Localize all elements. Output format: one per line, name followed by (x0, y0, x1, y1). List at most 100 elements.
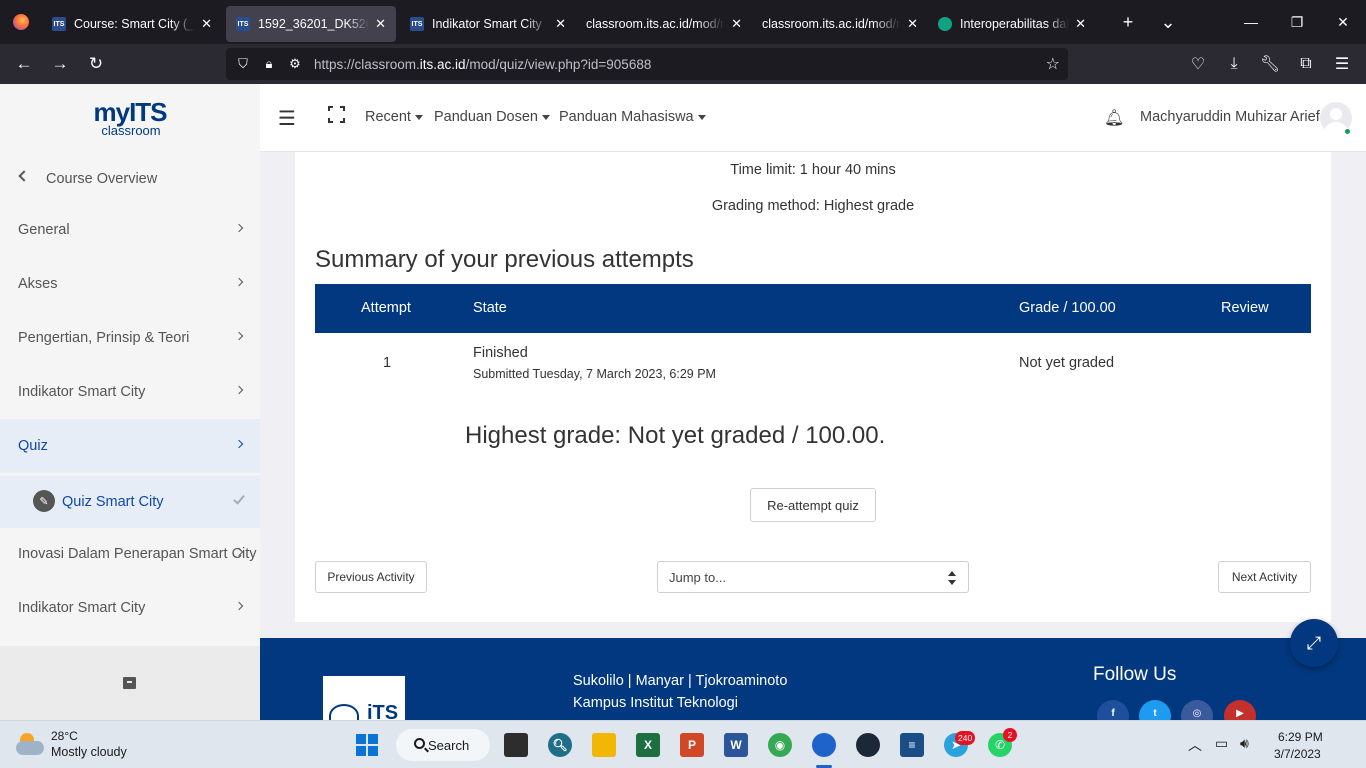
tab-resource-2[interactable]: classroom.its.ac.id/mod/resource ✕ (752, 6, 928, 42)
pocket-icon[interactable]: ♡ (1180, 44, 1216, 84)
address-bar[interactable]: ⛉ 🔒︎ ⚙ https://classroom.its.ac.id/mod/q… (226, 48, 1068, 80)
menu-panduan-dosen[interactable]: Panduan Dosen (434, 109, 550, 125)
list-tabs-chevron-icon[interactable]: ⌄ (1148, 0, 1188, 44)
tab-title: Interoperabilitas dalam (960, 17, 1070, 31)
sidebar-item-label: Akses (18, 276, 58, 292)
close-icon[interactable]: ✕ (555, 16, 566, 32)
instagram-icon[interactable]: ◎ (1181, 700, 1213, 720)
search-icon (414, 738, 425, 749)
footer-address-2: Kampus Institut Teknologi (573, 695, 738, 711)
notification-bell-icon[interactable]: 🔔︎ (1104, 108, 1124, 128)
extensions-icon[interactable]: ⧉ (1288, 44, 1324, 84)
twitter-icon[interactable]: t (1139, 700, 1171, 720)
caret-down-icon (697, 114, 706, 120)
highest-grade: Highest grade: Not yet graded / 100.00. (465, 422, 886, 449)
excel-icon[interactable]: X (636, 733, 660, 757)
restore-icon[interactable]: ❐ (1274, 0, 1320, 44)
course-overview-link[interactable]: Course Overview (0, 152, 260, 206)
close-icon[interactable]: ✕ (375, 16, 386, 32)
chrome-icon[interactable]: ◉ (768, 733, 792, 757)
reload-icon[interactable]: ↻ (78, 44, 114, 84)
clock-time[interactable]: 6:29 PM (1278, 730, 1323, 744)
myits-classroom-logo[interactable]: myITS classroom (0, 84, 260, 152)
notepad-icon[interactable]: ≡ (900, 733, 924, 757)
close-icon[interactable]: ✕ (201, 16, 212, 32)
tab-indikator[interactable]: ITS Indikator Smart City ✕ (400, 6, 576, 42)
firefox-taskbar-icon[interactable] (812, 733, 836, 757)
its-favicon-icon: ITS (52, 17, 66, 31)
download-icon[interactable]: ⤓ (1216, 44, 1252, 84)
bookmark-star-icon[interactable]: ☆ (1046, 54, 1060, 74)
sidebar-item-akses[interactable]: Akses (0, 257, 260, 311)
attempts-table-header: Attempt State Grade / 100.00 Review (315, 284, 1311, 333)
close-icon[interactable]: ✕ (907, 16, 918, 32)
completion-check-icon[interactable] (233, 492, 245, 505)
permissions-icon[interactable]: ⚙ (282, 56, 308, 72)
tab-title: classroom.its.ac.id/mod/resource (762, 17, 901, 31)
close-icon[interactable]: ✕ (731, 16, 742, 32)
reattempt-quiz-button[interactable]: Re-attempt quiz (750, 488, 876, 522)
expand-arrows-icon[interactable]: ⤢ (1290, 619, 1338, 667)
word-icon[interactable]: W (724, 733, 748, 757)
archive-icon[interactable] (123, 677, 136, 689)
volume-icon[interactable]: 🔊︎ (1240, 735, 1249, 752)
clock-date[interactable]: 3/7/2023 (1274, 747, 1321, 761)
sidebar-item-inovasi[interactable]: Inovasi Dalam Penerapan Smart City (0, 527, 260, 581)
hamburger-menu-icon[interactable]: ☰ (1324, 44, 1360, 84)
close-icon[interactable]: ✕ (1075, 16, 1086, 32)
col-review: Review (1221, 300, 1269, 316)
facebook-icon[interactable]: f (1097, 700, 1129, 720)
weather-description[interactable]: Mostly cloudy (51, 745, 127, 759)
new-tab-plus-icon[interactable]: + (1108, 0, 1148, 44)
sidebar-item-label: General (18, 222, 70, 238)
window-close-icon[interactable]: ✕ (1320, 0, 1366, 44)
powerpoint-icon[interactable]: P (680, 733, 704, 757)
caret-down-icon (542, 114, 550, 120)
file-explorer-icon[interactable] (592, 733, 616, 757)
chevron-right-icon (234, 331, 244, 341)
sidebar-item-label: Quiz (18, 438, 48, 454)
lock-icon[interactable]: 🔒︎ (256, 56, 282, 72)
tab-resource-1[interactable]: classroom.its.ac.id/mod/resource ✕ (576, 6, 752, 42)
select-arrows-icon (948, 571, 956, 585)
sidebar-item-pengertian[interactable]: Pengertian, Prinsip & Teori (0, 311, 260, 365)
sidebar-item-quiz[interactable]: Quiz (0, 419, 260, 473)
previous-activity-button[interactable]: Previous Activity (315, 561, 427, 593)
sidebar-item-general[interactable]: General (0, 203, 260, 257)
tab-course[interactable]: ITS Course: Smart City (_) ✕ (42, 6, 222, 42)
magnifier-app-icon[interactable]: 🔍︎ (548, 733, 572, 757)
task-view-icon[interactable] (504, 733, 528, 757)
menu-panduan-mahasiswa[interactable]: Panduan Mahasiswa (559, 109, 706, 125)
weather-temperature[interactable]: 28°C (51, 729, 78, 743)
network-icon[interactable]: ▭ (1215, 735, 1228, 752)
sidebar-subitem-quiz-smart-city[interactable]: ✎ Quiz Smart City (0, 476, 260, 528)
weather-cloud-icon[interactable] (16, 731, 44, 755)
tab-quiz[interactable]: ITS 1592_36201_DK5207_Smart City ✕ (226, 6, 396, 42)
sidebar-subitem-label: Quiz Smart City (62, 494, 164, 510)
drawer-toggle-icon[interactable]: ☰ (278, 106, 296, 131)
summary-title: Summary of your previous attempts (315, 246, 694, 273)
minimize-icon[interactable]: — (1228, 0, 1274, 44)
caret-down-icon (414, 114, 423, 120)
tab-interoperabilitas[interactable]: Interoperabilitas dalam ✕ (928, 6, 1096, 42)
menu-recent[interactable]: Recent (365, 109, 423, 125)
fullscreen-icon[interactable] (327, 105, 346, 124)
sidebar-item-indikator[interactable]: Indikator Smart City (0, 365, 260, 419)
tray-chevron-up-icon[interactable]: ︿ (1188, 735, 1202, 755)
back-arrow-icon[interactable]: ← (6, 44, 42, 84)
taskbar-search[interactable]: Search (396, 729, 490, 761)
windows-start-icon[interactable] (355, 733, 379, 757)
firefox-icon[interactable] (0, 0, 42, 44)
user-name[interactable]: Machyaruddin Muhizar Arief (1140, 109, 1320, 125)
shield-icon[interactable]: ⛉ (230, 56, 256, 72)
forward-arrow-icon[interactable]: → (42, 44, 78, 84)
wrench-icon[interactable]: 🔧︎ (1252, 44, 1288, 84)
url-text[interactable]: https://classroom.its.ac.id/mod/quiz/vie… (314, 57, 651, 72)
next-activity-button[interactable]: Next Activity (1218, 561, 1311, 593)
sidebar-item-indikator-2[interactable]: Indikator Smart City (0, 581, 260, 635)
col-grade: Grade / 100.00 (1019, 300, 1116, 316)
steam-icon[interactable] (856, 733, 880, 757)
jump-to-select[interactable]: Jump to... (657, 561, 969, 593)
sidebar-item-label: Pengertian, Prinsip & Teori (18, 330, 190, 346)
youtube-icon[interactable]: ▶ (1224, 700, 1256, 720)
